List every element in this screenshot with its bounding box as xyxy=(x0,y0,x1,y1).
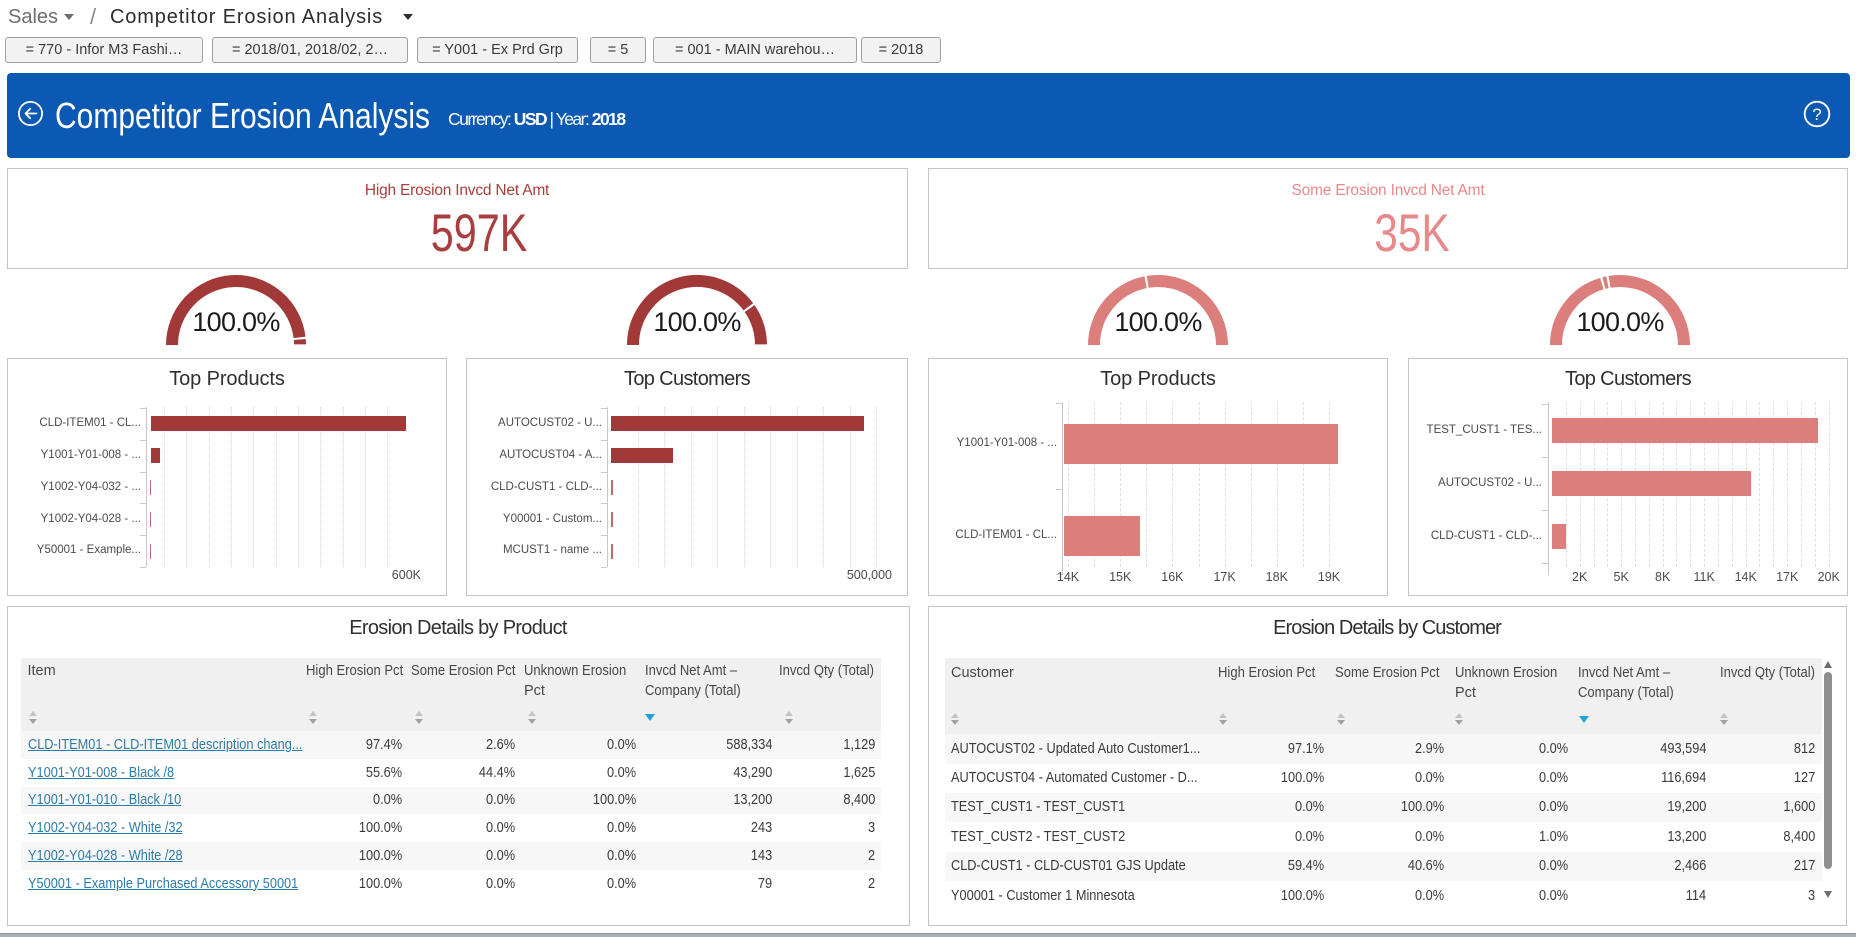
svg-text:?: ? xyxy=(1812,105,1821,124)
